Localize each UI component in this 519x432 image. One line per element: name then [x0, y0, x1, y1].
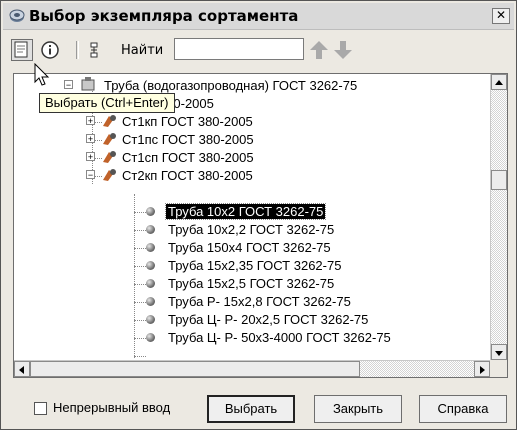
scroll-right-button[interactable] [474, 361, 490, 377]
instance-icon [146, 333, 155, 342]
instance-icon [146, 279, 155, 288]
tree-node-label: Труба 10х2,2 ГОСТ 3262-75 [168, 222, 335, 237]
find-next-button[interactable] [333, 39, 353, 61]
tree-node-label: Ст1сп ГОСТ 380-2005 [122, 150, 254, 165]
select-icon [14, 41, 28, 58]
title-bar: Выбор экземпляра сортамента ✕ [3, 3, 514, 30]
scrollbar-corner [490, 360, 507, 377]
find-label: Найти [121, 43, 164, 58]
tree-guide [134, 266, 146, 267]
tree-guide [134, 338, 146, 339]
tree-node-label: Ст1пс ГОСТ 380-2005 [122, 132, 254, 147]
material-icon [103, 115, 116, 127]
assortment-icon [9, 9, 25, 22]
tree-view-button[interactable] [85, 39, 107, 61]
find-previous-button[interactable] [309, 39, 329, 61]
window-title: Выбор экземпляра сортамента [29, 7, 299, 25]
arrow-left-icon [19, 366, 24, 374]
select-button[interactable]: Выбрать [207, 395, 295, 423]
instance-icon [146, 297, 155, 306]
tree-node-grade[interactable]: − Ст2кп ГОСТ 380-2005 [86, 167, 386, 185]
toolbar: Найти [11, 35, 501, 65]
tree-node-instance[interactable]: Труба 15х2,35 ГОСТ 3262-75 [146, 257, 446, 275]
tree-guide [134, 212, 146, 213]
mouse-cursor-icon [34, 63, 50, 86]
arrow-down-icon [334, 41, 352, 59]
tree-node-label: Труба 15х2,35 ГОСТ 3262-75 [168, 258, 342, 273]
scroll-down-button[interactable] [491, 344, 507, 360]
vertical-scrollbar[interactable] [490, 74, 507, 360]
arrow-up-icon [310, 41, 328, 59]
tree-node-label: Труба Ц- Р- 20х2,5 ГОСТ 3262-75 [168, 312, 369, 327]
tree-view-icon [90, 42, 98, 58]
horizontal-scroll-thumb[interactable] [30, 361, 360, 377]
horizontal-scrollbar[interactable] [14, 360, 490, 377]
tree-node-grade[interactable]: + Ст1сп ГОСТ 380-2005 [86, 149, 386, 167]
tree-node-label: Труба (водогазопроводная) ГОСТ 3262-75 [104, 78, 358, 93]
tree-node-label: Труба Ц- Р- 50х3-4000 ГОСТ 3262-75 [168, 330, 391, 345]
assortment-tree[interactable]: − Труба (водогазопроводная) ГОСТ 3262-75… [13, 73, 508, 378]
continuous-input-label: Непрерывный ввод [53, 400, 171, 415]
collapse-icon[interactable]: − [64, 80, 73, 90]
expand-icon[interactable]: + [86, 116, 95, 126]
material-icon [103, 169, 116, 181]
tree-node-label: Труба 15х2,5 ГОСТ 3262-75 [168, 276, 335, 291]
tree-guide [134, 230, 146, 231]
tree-node-instance[interactable]: Труба 10х2 ГОСТ 3262-75 [146, 203, 446, 221]
tree-node-label: Труба 10х2 ГОСТ 3262-75 [164, 203, 327, 220]
find-input[interactable] [174, 38, 304, 60]
tree-guide [134, 248, 146, 249]
material-icon [103, 133, 116, 145]
tree-guide [134, 194, 135, 358]
collapse-icon[interactable]: − [86, 170, 95, 180]
expand-icon[interactable]: + [86, 152, 95, 162]
tree-node-instance[interactable]: Труба Ц- Р- 20х2,5 ГОСТ 3262-75 [146, 311, 446, 329]
dialog-window: Выбор экземпляра сортамента ✕ Найти − Тр… [0, 0, 517, 430]
tree-node-instance[interactable]: Труба 15х2,5 ГОСТ 3262-75 [146, 275, 446, 293]
tree-node-instance[interactable]: Труба Ц- Р- 50х3-4000 ГОСТ 3262-75 [146, 329, 466, 347]
toolbar-separator [76, 41, 77, 59]
tree-guide [134, 320, 146, 321]
tree-node-label: Ст1кп ГОСТ 380-2005 [122, 114, 253, 129]
tooltip: Выбрать (Ctrl+Enter) [39, 93, 175, 113]
instance-icon [146, 261, 155, 270]
tree-node-label: Труба 150х4 ГОСТ 3262-75 [168, 240, 331, 255]
tree-node-label: Труба Р- 15х2,8 ГОСТ 3262-75 [168, 294, 351, 309]
info-button[interactable] [39, 39, 61, 61]
standard-icon [81, 77, 95, 91]
tree-node-grade[interactable]: + Ст1кп ГОСТ 380-2005 [86, 113, 386, 131]
tree-node-instance[interactable]: Труба 10х2,2 ГОСТ 3262-75 [146, 221, 446, 239]
select-button[interactable] [11, 39, 33, 61]
close-dialog-button[interactable]: Закрыть [314, 395, 402, 423]
tree-guide [134, 356, 146, 357]
instance-icon [146, 243, 155, 252]
continuous-input-checkbox[interactable] [34, 402, 47, 415]
info-icon [41, 41, 59, 59]
close-button[interactable]: ✕ [492, 8, 510, 24]
instance-icon [146, 207, 155, 216]
arrow-right-icon [480, 366, 485, 374]
tree-guide [134, 284, 146, 285]
tree-node-label: Ст2кп ГОСТ 380-2005 [122, 168, 253, 183]
vertical-scroll-thumb[interactable] [491, 170, 507, 190]
instance-icon [146, 315, 155, 324]
tree-node-instance[interactable]: Труба Р- 15х2,8 ГОСТ 3262-75 [146, 293, 446, 311]
tree-node-instance[interactable]: Труба 150х4 ГОСТ 3262-75 [146, 239, 446, 257]
expand-icon[interactable]: + [86, 134, 95, 144]
toolbar-separator-highlight [78, 41, 79, 59]
help-button[interactable]: Справка [419, 395, 507, 423]
arrow-down-icon [495, 351, 503, 356]
arrow-up-icon [495, 80, 503, 85]
scroll-left-button[interactable] [14, 361, 30, 377]
material-icon [103, 151, 116, 163]
scroll-up-button[interactable] [491, 74, 507, 90]
instance-icon [146, 225, 155, 234]
tree-node-grade[interactable]: + Ст1пс ГОСТ 380-2005 [86, 131, 386, 149]
tree-guide [134, 302, 146, 303]
